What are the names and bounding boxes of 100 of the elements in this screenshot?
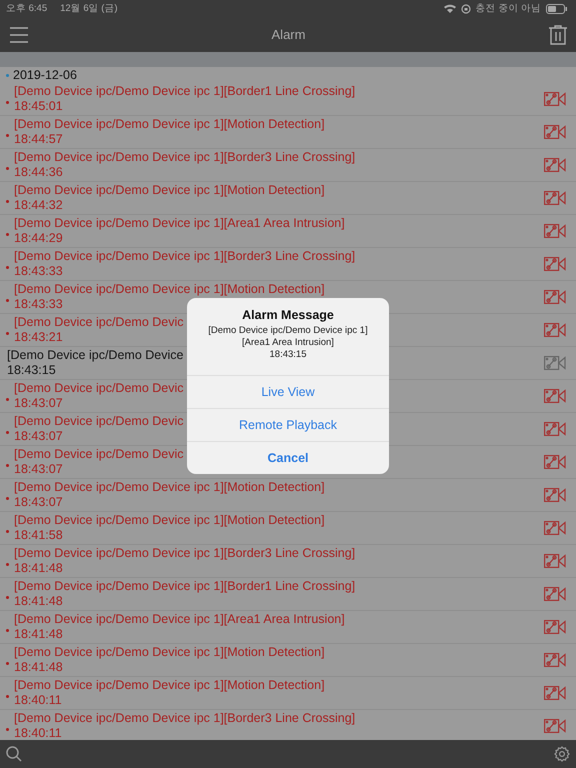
alarm-text: [Demo Device ipc/Demo Device ipc 1][Area1 Area Intrusion] <box>14 216 345 231</box>
alarm-time: 18:44:32 <box>14 198 63 213</box>
alarm-row[interactable]: [Demo Device ipc/Demo Device ipc 1][Border3 Line Crossing] 18:44:36 <box>0 149 576 182</box>
unread-dot-icon <box>6 398 9 400</box>
search-icon[interactable] <box>6 746 22 762</box>
alarm-text: [Demo Device ipc/Demo Device ipc 1][Border3 Line Crossing] <box>14 546 356 561</box>
alarm-time: 18:43:07 <box>14 396 63 411</box>
unread-dot-icon <box>6 166 9 170</box>
alarm-time: 18:43:15 <box>7 363 56 378</box>
alarm-text: [Demo Device ipc/Demo Device <box>7 348 184 363</box>
unread-dot-icon <box>6 728 9 730</box>
alarm-text: [Demo Device ipc/Demo Devic <box>14 315 184 330</box>
cancel-button[interactable]: Cancel <box>187 441 389 474</box>
charging-status: 충전 중이 아님 <box>476 2 541 15</box>
alarm-row[interactable]: [Demo Device ipc/Demo Device ipc 1][Motion Detection] 18:41:48 <box>0 644 576 677</box>
alarm-time: 18:43:33 <box>14 264 63 279</box>
wifi-icon <box>444 4 456 13</box>
alarm-row[interactable]: [Demo Device ipc/Demo Device ipc 1][Area1 Area Intrusion] 18:41:48 <box>0 611 576 644</box>
camera-link-icon[interactable] <box>544 257 566 271</box>
status-time: 오후 6:45 <box>6 2 48 15</box>
alarm-row[interactable]: [Demo Device ipc/Demo Device ipc 1][Motion Detection] 18:44:32 <box>0 182 576 215</box>
camera-link-icon[interactable] <box>544 653 566 667</box>
camera-link-icon[interactable] <box>544 125 566 139</box>
unread-dot-icon <box>6 266 9 268</box>
unread-dot-icon <box>6 200 9 202</box>
alarm-text: [Demo Device ipc/Demo Device ipc 1][Motion Detection] <box>14 678 325 693</box>
alarm-time: 18:45:01 <box>14 99 63 114</box>
dialog-action-button[interactable]: Remote Playback <box>187 408 389 441</box>
alarm-time: 18:44:57 <box>14 132 63 147</box>
alarm-row[interactable]: [Demo Device ipc/Demo Device ipc 1][Border3 Line Crossing] 18:41:48 <box>0 545 576 578</box>
alarm-time: 18:43:07 <box>14 462 63 477</box>
alarm-time: 18:41:58 <box>14 528 63 543</box>
dialog-message: [Area1 Area Intrusion] <box>241 337 335 349</box>
settings-icon[interactable] <box>554 746 570 762</box>
alarm-time: 18:40:11 <box>14 726 62 740</box>
camera-link-icon[interactable] <box>544 521 566 535</box>
dialog-message: [Demo Device ipc/Demo Device ipc 1] <box>207 325 369 337</box>
camera-link-icon[interactable] <box>544 488 566 502</box>
camera-link-icon[interactable] <box>544 587 566 601</box>
alarm-text: [Demo Device ipc/Demo Device ipc 1][Motion Detection] <box>14 282 325 297</box>
alarm-text: [Demo Device ipc/Demo Devic <box>14 381 184 396</box>
alarm-text: [Demo Device ipc/Demo Device ipc 1][Border3 Line Crossing] <box>14 249 356 264</box>
camera-link-icon[interactable] <box>544 620 566 634</box>
unread-dot-icon <box>6 496 9 500</box>
rotation-lock-icon <box>460 4 471 14</box>
date-header: 2019-12-06 <box>13 68 77 82</box>
alarm-text: [Demo Device ipc/Demo Device ipc 1][Border1 Line Crossing] <box>14 84 356 99</box>
alarm-time: 18:41:48 <box>14 660 63 675</box>
nav-title: Alarm <box>272 27 306 42</box>
camera-link-icon[interactable] <box>544 554 566 568</box>
alarm-row[interactable]: [Demo Device ipc/Demo Device ipc 1][Area1 Area Intrusion] 18:44:29 <box>0 215 576 248</box>
unread-dot-icon <box>6 298 9 302</box>
camera-link-icon[interactable] <box>544 455 566 469</box>
unread-dot-icon <box>6 628 9 632</box>
alarm-time: 18:41:48 <box>14 594 63 609</box>
alarm-text: [Demo Device ipc/Demo Device ipc 1][Border3 Line Crossing] <box>14 711 356 726</box>
alarm-row[interactable]: [Demo Device ipc/Demo Device ipc 1][Motion Detection] 18:41:58 <box>0 512 576 545</box>
date-dot-icon <box>6 74 9 76</box>
alarm-row[interactable]: [Demo Device ipc/Demo Device ipc 1][Border3 Line Crossing] 18:43:33 <box>0 248 576 281</box>
camera-link-icon[interactable] <box>544 158 566 172</box>
camera-link-icon[interactable] <box>544 686 566 700</box>
alarm-text: [Demo Device ipc/Demo Device ipc 1][Area1 Area Intrusion] <box>14 612 345 627</box>
camera-link-icon[interactable] <box>544 92 566 106</box>
camera-link-icon[interactable] <box>544 323 566 337</box>
camera-link-icon[interactable] <box>544 389 566 403</box>
unread-dot-icon <box>6 134 9 136</box>
alarm-time: 18:41:48 <box>14 561 63 576</box>
menu-icon[interactable] <box>10 26 28 42</box>
alarm-text: [Demo Device ipc/Demo Device ipc 1][Motion Detection] <box>14 645 325 660</box>
camera-link-icon[interactable] <box>544 290 566 304</box>
alarm-text: [Demo Device ipc/Demo Devic <box>14 447 184 462</box>
unread-dot-icon <box>6 430 9 434</box>
battery-icon <box>546 4 568 14</box>
alarm-row[interactable]: [Demo Device ipc/Demo Device ipc 1][Motion Detection] 18:40:11 <box>0 677 576 710</box>
alarm-row[interactable]: [Demo Device ipc/Demo Device ipc 1][Border1 Line Crossing] 18:41:48 <box>0 578 576 611</box>
alarm-time: 18:43:21 <box>14 330 63 345</box>
camera-link-icon[interactable] <box>544 191 566 205</box>
unread-dot-icon <box>6 694 9 698</box>
alarm-time: 18:41:48 <box>14 627 63 642</box>
alarm-row[interactable]: [Demo Device ipc/Demo Device ipc 1][Border1 Line Crossing] 18:45:01 <box>0 83 576 116</box>
alarm-text: [Demo Device ipc/Demo Devic <box>14 414 184 429</box>
alarm-row[interactable]: [Demo Device ipc/Demo Device ipc 1][Motion Detection] 18:44:57 <box>0 116 576 149</box>
alarm-time: 18:44:36 <box>14 165 63 180</box>
unread-dot-icon <box>6 332 9 334</box>
alarm-text: [Demo Device ipc/Demo Device ipc 1][Border3 Line Crossing] <box>14 150 356 165</box>
alarm-row[interactable]: [Demo Device ipc/Demo Device ipc 1][Motion Detection] 18:43:07 <box>0 479 576 512</box>
camera-link-icon[interactable] <box>544 719 566 733</box>
camera-link-icon[interactable] <box>544 224 566 238</box>
dialog-message: 18:43:15 <box>268 349 308 361</box>
camera-link-icon[interactable] <box>544 356 566 370</box>
camera-link-icon[interactable] <box>544 422 566 436</box>
alarm-text: [Demo Device ipc/Demo Device ipc 1][Motion Detection] <box>14 513 325 528</box>
dialog-action-button[interactable]: Live View <box>187 375 389 408</box>
alarm-time: 18:43:07 <box>14 495 63 510</box>
alarm-text: [Demo Device ipc/Demo Device ipc 1][Motion Detection] <box>14 117 325 132</box>
trash-icon[interactable] <box>548 24 567 44</box>
alarm-time: 18:44:29 <box>14 231 63 246</box>
unread-dot-icon <box>6 530 9 532</box>
alarm-time: 18:40:11 <box>14 693 62 708</box>
unread-dot-icon <box>6 596 9 598</box>
